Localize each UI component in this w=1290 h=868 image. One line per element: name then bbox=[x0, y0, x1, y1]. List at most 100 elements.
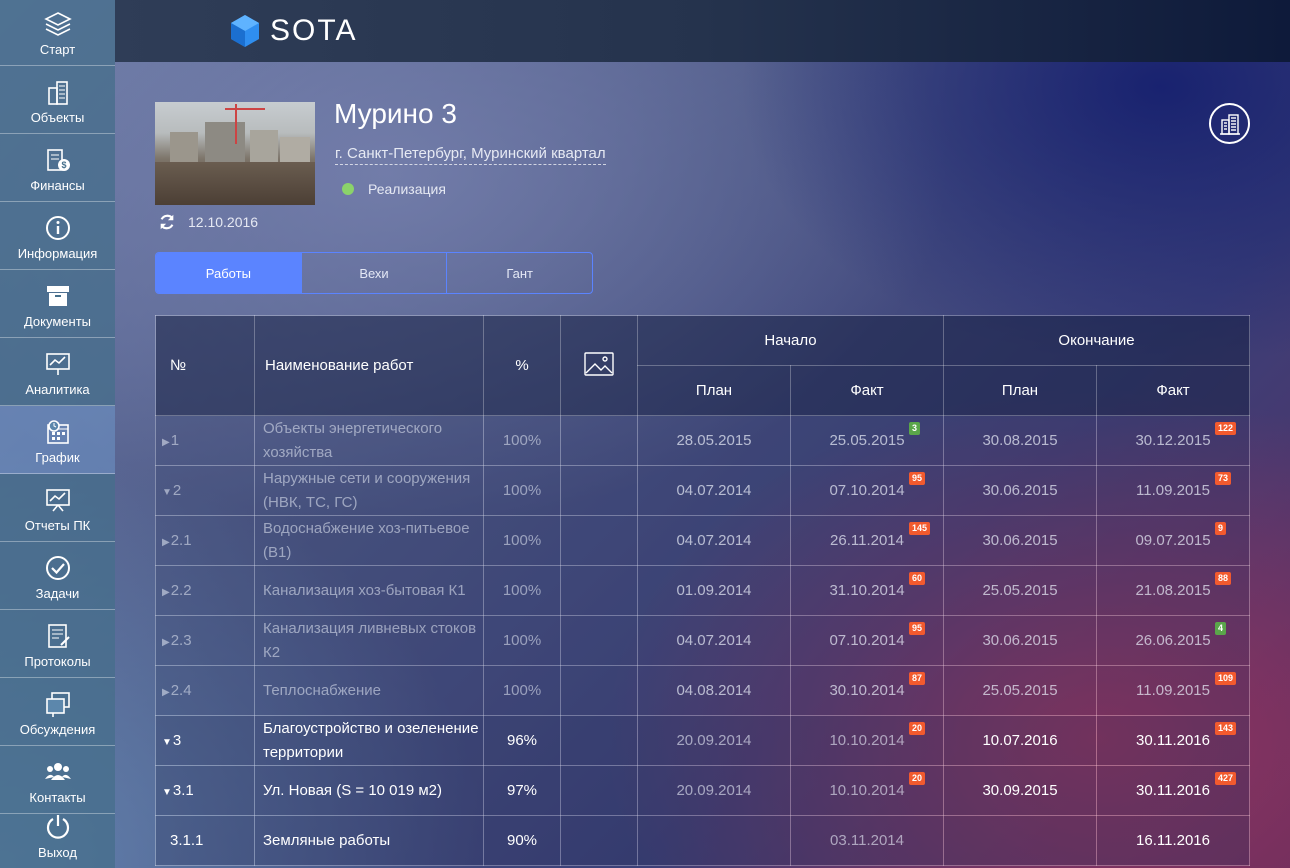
top-header: SOTA bbox=[115, 0, 1290, 62]
expand-arrow-icon[interactable]: ▶ bbox=[162, 637, 170, 648]
view-tabs: Работы Вехи Гант bbox=[155, 252, 593, 294]
work-name-cell: Наружные сети и сооружения (НВК, ТС, ГС) bbox=[254, 465, 484, 516]
deviation-badge: 87 bbox=[909, 672, 926, 685]
sidebar-item-calendar-clock[interactable]: График bbox=[0, 406, 115, 474]
date-value: 10.07.2016 bbox=[982, 732, 1058, 749]
sidebar-item-buildings[interactable]: Объекты bbox=[0, 66, 115, 134]
sidebar-item-contacts-group[interactable]: Контакты bbox=[0, 746, 115, 814]
col-header-end: Окончание bbox=[943, 315, 1251, 366]
logo[interactable]: SOTA bbox=[228, 14, 357, 48]
sidebar-item-archive-box[interactable]: Документы bbox=[0, 270, 115, 338]
sidebar-item-power[interactable]: Выход bbox=[0, 814, 115, 868]
table-row[interactable]: 3.1.1 Земляные работы 90% 03.11.2014 16.11.2… bbox=[155, 815, 1251, 866]
table-row[interactable]: ▶1 Объекты энергетического хозяйства 100% 2… bbox=[155, 415, 1251, 466]
end-plan-cell bbox=[943, 815, 1098, 866]
end-plan-cell: 30.09.2015 bbox=[943, 765, 1098, 816]
sidebar-item-protocol-doc[interactable]: Протоколы bbox=[0, 610, 115, 678]
row-number: 2.3 bbox=[170, 632, 192, 649]
table-row[interactable]: ▶2.1 Водоснабжение хоз-питьевое (В1) 100% 0… bbox=[155, 515, 1251, 566]
deviation-badge: 3 bbox=[909, 422, 921, 435]
status-dot-icon bbox=[342, 183, 354, 195]
date-value: 26.06.2015 bbox=[1135, 632, 1211, 649]
table-row[interactable]: ▶2.2 Канализация хоз-бытовая К1 100% 01.09.… bbox=[155, 565, 1251, 616]
calendar-clock-icon bbox=[44, 418, 72, 446]
col-header-end-plan[interactable]: План bbox=[943, 365, 1098, 416]
status-label: Реализация bbox=[368, 181, 446, 197]
col-header-photo[interactable] bbox=[560, 315, 638, 416]
start-fact-cell: 07.10.2014 95 bbox=[789, 615, 945, 666]
sidebar-item-label: Информация bbox=[17, 246, 98, 261]
tab-gantt[interactable]: Гант bbox=[447, 253, 592, 293]
sidebar-item-finance[interactable]: $ Финансы bbox=[0, 134, 115, 202]
collapse-arrow-icon[interactable]: ▼ bbox=[162, 737, 172, 748]
sidebar-item-label: График bbox=[35, 450, 80, 465]
buildings-icon bbox=[44, 78, 72, 106]
date-value: 30.11.2016 bbox=[1136, 782, 1210, 799]
deviation-badge: 109 bbox=[1215, 672, 1237, 685]
works-table: № Наименование работ % Начало Окончание … bbox=[155, 315, 1251, 866]
percent-cell: 100% bbox=[483, 665, 561, 716]
date-value: 04.07.2014 bbox=[676, 482, 752, 499]
expand-arrow-icon[interactable]: ▶ bbox=[162, 587, 170, 598]
project-photo[interactable] bbox=[155, 102, 315, 205]
deviation-badge: 60 bbox=[909, 572, 926, 585]
deviation-badge: 20 bbox=[909, 772, 926, 785]
date-value: 31.10.2014 bbox=[829, 582, 905, 599]
sidebar-item-layers[interactable]: Старт bbox=[0, 0, 115, 66]
col-header-no[interactable]: № bbox=[155, 315, 255, 416]
start-plan-cell: 04.07.2014 bbox=[637, 615, 791, 666]
table-row[interactable]: ▼3 Благоустройство и озеленение территори… bbox=[155, 715, 1251, 766]
building-button[interactable] bbox=[1209, 103, 1250, 144]
table-row[interactable]: ▼3.1 Ул. Новая (S = 10 019 м2) 97% 20.09.20… bbox=[155, 765, 1251, 816]
table-row[interactable]: ▼2 Наружные сети и сооружения (НВК, ТС, Г… bbox=[155, 465, 1251, 516]
expand-arrow-icon[interactable]: ▶ bbox=[162, 537, 170, 548]
sidebar-item-report-board[interactable]: Отчеты ПК bbox=[0, 474, 115, 542]
date-value: 07.10.2014 bbox=[829, 482, 905, 499]
date-value: 25.05.2015 bbox=[829, 432, 905, 449]
date-value: 01.09.2014 bbox=[676, 582, 752, 599]
power-icon bbox=[44, 813, 72, 841]
work-name-cell: Ул. Новая (S = 10 019 м2) bbox=[254, 765, 484, 816]
table-row[interactable]: ▶2.3 Канализация ливневых стоков К2 100% 04… bbox=[155, 615, 1251, 666]
start-plan-cell: 20.09.2014 bbox=[637, 715, 791, 766]
collapse-arrow-icon[interactable]: ▼ bbox=[162, 787, 172, 798]
sidebar-item-presentation-chart[interactable]: Аналитика bbox=[0, 338, 115, 406]
table-row[interactable]: ▶2.4 Теплоснабжение 100% 04.08.2014 30.10.20… bbox=[155, 665, 1251, 716]
percent-cell: 100% bbox=[483, 565, 561, 616]
sidebar-item-chat-windows[interactable]: Обсуждения bbox=[0, 678, 115, 746]
expand-arrow-icon[interactable]: ▶ bbox=[162, 687, 170, 698]
end-fact-cell: 16.11.2016 bbox=[1096, 815, 1251, 866]
col-header-start-fact[interactable]: Факт bbox=[789, 365, 945, 416]
sidebar-item-label: Финансы bbox=[30, 178, 85, 193]
date-value: 10.10.2014 bbox=[829, 782, 905, 799]
check-circle-icon bbox=[44, 554, 72, 582]
date-value: 25.05.2015 bbox=[982, 682, 1058, 699]
tab-milestones[interactable]: Вехи bbox=[302, 253, 448, 293]
sidebar-item-label: Протоколы bbox=[24, 654, 91, 669]
end-fact-cell: 09.07.2015 9 bbox=[1096, 515, 1251, 566]
project-address-link[interactable]: г. Санкт-Петербург, Муринский квартал bbox=[335, 145, 606, 165]
col-header-percent[interactable]: % bbox=[483, 315, 561, 416]
row-number-cell: ▶2.3 bbox=[155, 615, 255, 666]
sidebar-item-info[interactable]: Информация bbox=[0, 202, 115, 270]
tab-works[interactable]: Работы bbox=[156, 253, 302, 293]
row-number: 2.4 bbox=[170, 682, 192, 699]
col-header-start-plan[interactable]: План bbox=[637, 365, 791, 416]
percent-cell: 100% bbox=[483, 615, 561, 666]
photo-cell bbox=[560, 815, 638, 866]
updated-date: 12.10.2016 bbox=[188, 214, 259, 230]
sidebar-item-check-circle[interactable]: Задачи bbox=[0, 542, 115, 610]
row-number-cell: ▶2.1 bbox=[155, 515, 255, 566]
col-header-name[interactable]: Наименование работ bbox=[254, 315, 484, 416]
percent-cell: 100% bbox=[483, 415, 561, 466]
work-name-cell: Благоустройство и озеленение территории bbox=[254, 715, 484, 766]
row-number: 3 bbox=[172, 732, 182, 749]
col-header-end-fact[interactable]: Факт bbox=[1096, 365, 1251, 416]
start-fact-cell: 26.11.2014 145 bbox=[789, 515, 945, 566]
start-fact-cell: 10.10.2014 20 bbox=[789, 715, 945, 766]
collapse-arrow-icon[interactable]: ▼ bbox=[162, 487, 172, 498]
expand-arrow-icon[interactable]: ▶ bbox=[162, 437, 170, 448]
refresh-icon[interactable] bbox=[158, 213, 176, 231]
project-updated: 12.10.2016 bbox=[158, 213, 258, 231]
end-fact-cell: 11.09.2015 73 bbox=[1096, 465, 1251, 516]
